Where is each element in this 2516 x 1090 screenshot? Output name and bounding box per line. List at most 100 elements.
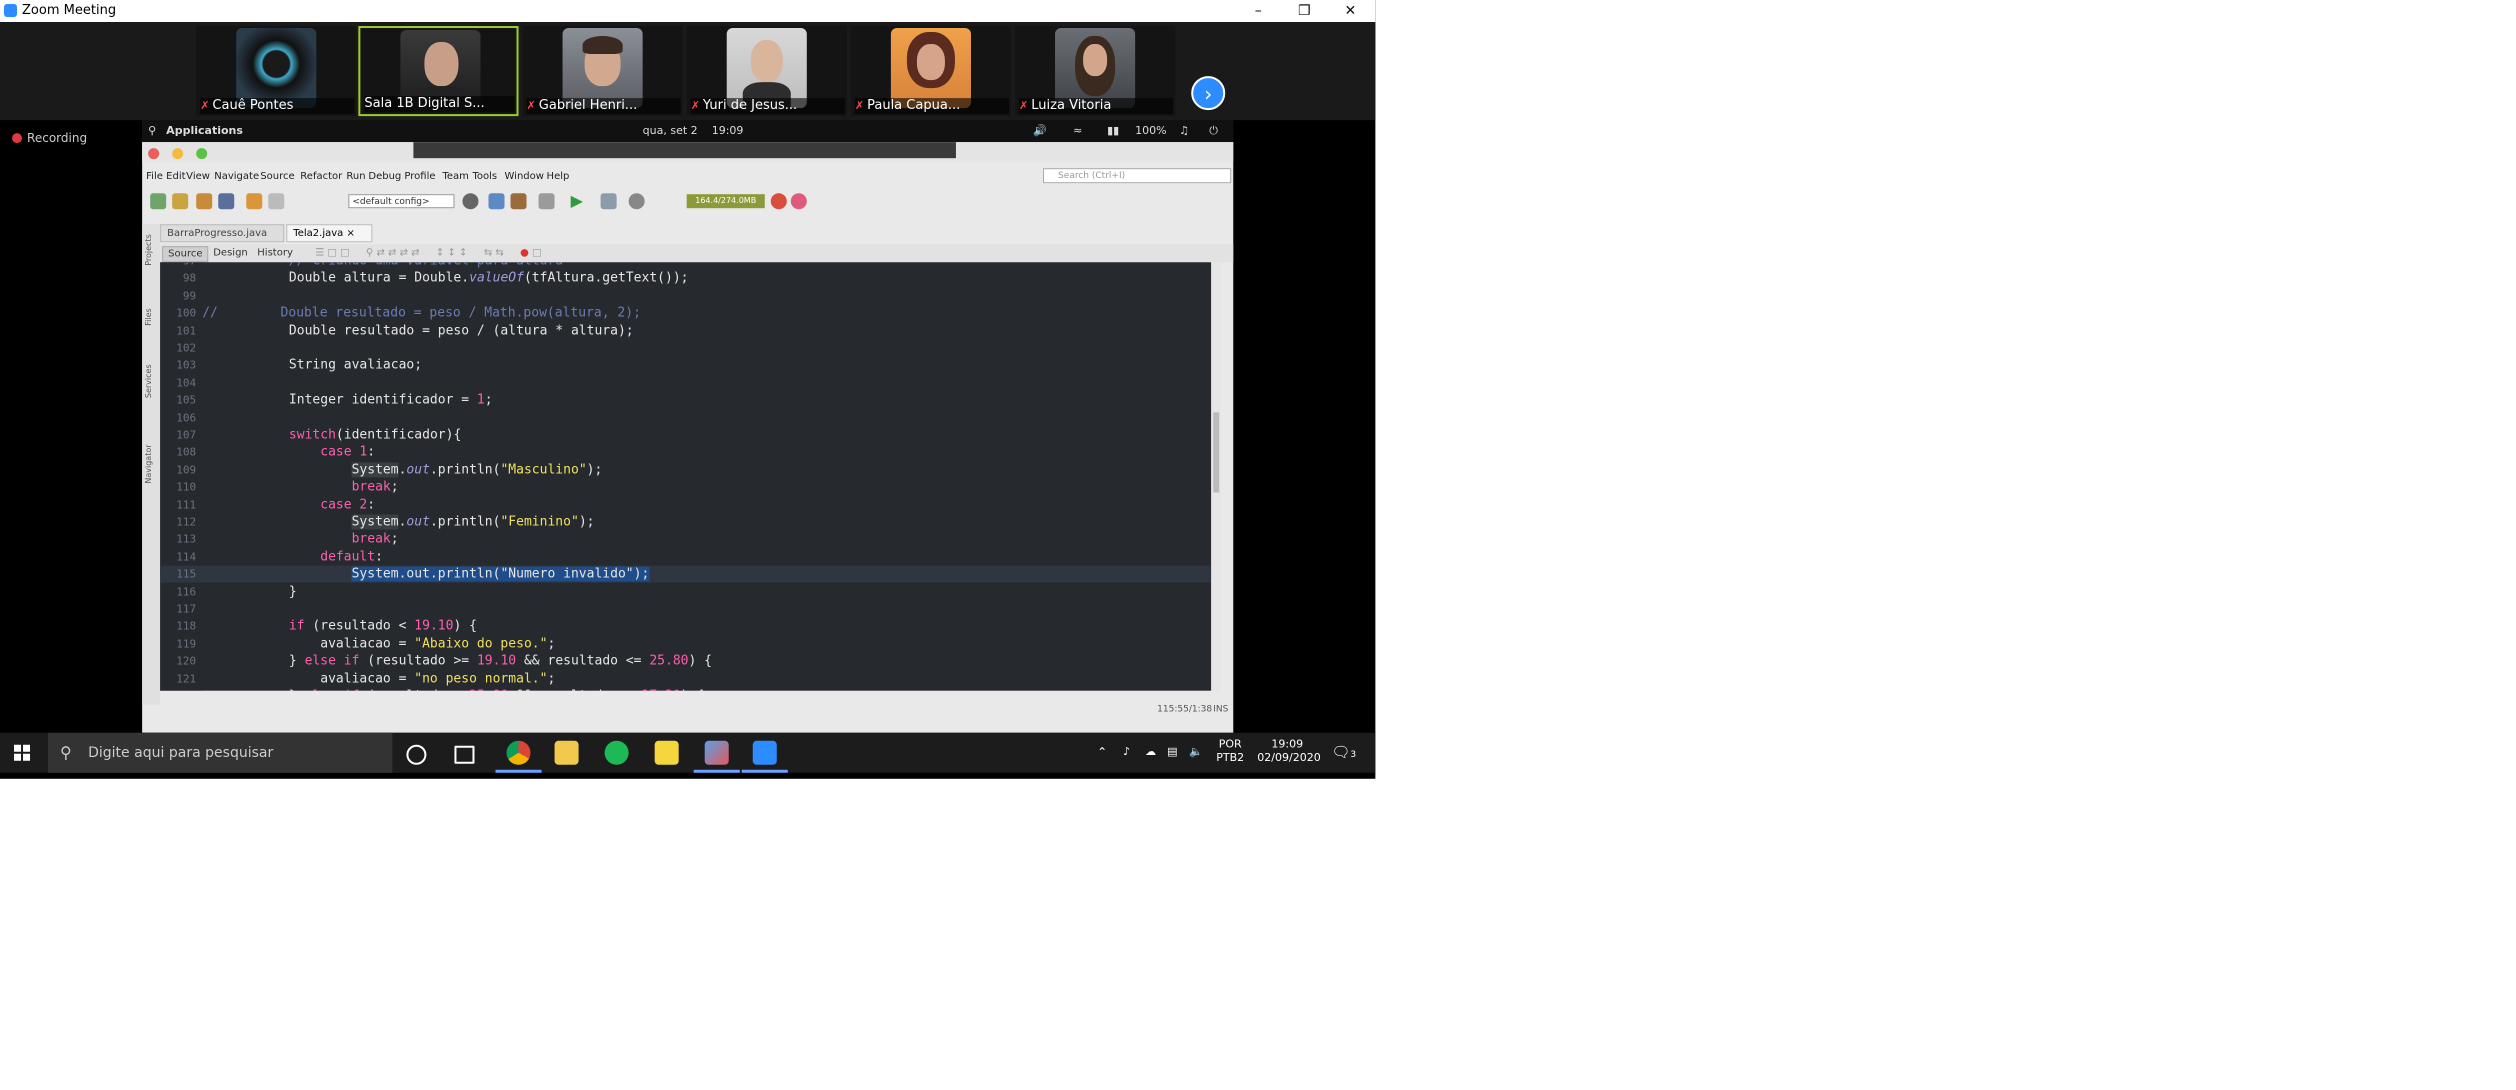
code-line[interactable]: 115 System.out.println("Numero invalido"…	[160, 565, 1212, 583]
menu-team[interactable]: Team	[442, 171, 468, 182]
restore-button[interactable]: ❐	[1281, 0, 1327, 22]
battery-icon[interactable]: ▮▮	[1107, 124, 1119, 137]
language-indicator[interactable]: POR PTB2	[1213, 738, 1247, 764]
sidebar-navigator[interactable]: Navigator	[144, 444, 153, 483]
notification-icon[interactable]: 🗨3	[1331, 743, 1356, 761]
code-line[interactable]: 113 break;	[160, 531, 1211, 548]
memory-meter[interactable]: 164.4/274.0MB	[686, 194, 765, 209]
debug-icon[interactable]	[600, 193, 617, 210]
open-project-icon[interactable]	[196, 193, 213, 210]
code-line[interactable]: 106	[160, 409, 1211, 426]
spotify-icon[interactable]	[604, 740, 629, 765]
menu-debug[interactable]: Debug	[368, 171, 401, 182]
speaker-icon[interactable]: 🔈	[1189, 745, 1203, 758]
menu-profile[interactable]: Profile	[404, 171, 435, 182]
config-select[interactable]: <default config>	[348, 194, 455, 209]
onedrive-icon[interactable]: ☁	[1145, 745, 1156, 758]
windows-start-icon[interactable]	[14, 744, 31, 761]
participant-tile[interactable]: ✗ Paula Capua...	[850, 26, 1012, 117]
tab-tela2[interactable]: Tela2.java ×	[286, 224, 373, 243]
code-line[interactable]: 110 break;	[160, 479, 1211, 496]
menu-window[interactable]: Window	[505, 171, 544, 182]
code-line[interactable]: 103 String avaliacao;	[160, 357, 1211, 374]
code-line[interactable]: 101 Double resultado = peso / (altura * …	[160, 322, 1211, 339]
code-line[interactable]: 121 avaliacao = "no peso normal.";	[160, 670, 1211, 687]
code-line[interactable]: 98 Double altura = Double.valueOf(tfAltu…	[160, 270, 1211, 287]
menu-edit[interactable]: Edit	[166, 171, 185, 182]
code-line[interactable]: 104	[160, 374, 1211, 391]
project-config-icon[interactable]	[538, 193, 555, 210]
tab-source[interactable]: Source	[162, 246, 209, 263]
minimize-dot-icon[interactable]	[172, 148, 184, 160]
code-line[interactable]: 117	[160, 601, 1211, 618]
code-line[interactable]: 97 // Criando uma variável para altura	[160, 262, 1211, 269]
participant-tile[interactable]: ✗ Cauê Pontes	[196, 26, 357, 117]
close-button[interactable]: ✕	[1327, 0, 1373, 22]
tab-design[interactable]: Design	[208, 246, 253, 260]
code-line[interactable]: 108 case 1:	[160, 444, 1211, 461]
cortana-icon[interactable]	[406, 744, 427, 765]
code-line[interactable]: 102	[160, 339, 1211, 356]
editor-scrollbar[interactable]	[1211, 262, 1222, 691]
bell-icon[interactable]: ♫	[1179, 124, 1189, 137]
code-line[interactable]: 112 System.out.println("Feminino");	[160, 514, 1211, 531]
toolbar-icons[interactable]: ☰ □ □ ⚲ ⇄ ⇄ ⇄ ⇄ ↕ ↕ ↕ ⇆ ⇆ ● □	[310, 246, 546, 260]
minimize-button[interactable]: –	[1235, 0, 1281, 22]
maximize-dot-icon[interactable]	[196, 148, 208, 160]
microphone-icon[interactable]: ♪	[1123, 745, 1130, 758]
code-editor[interactable]: 97 // Criando uma variável para altura98…	[160, 262, 1212, 691]
tab-history[interactable]: History	[252, 246, 298, 260]
code-line[interactable]: 111 case 2:	[160, 496, 1211, 513]
menu-navigate[interactable]: Navigate	[214, 171, 259, 182]
menu-tools[interactable]: Tools	[472, 171, 497, 182]
menu-view[interactable]: View	[186, 171, 210, 182]
undo-icon[interactable]	[246, 193, 263, 210]
code-line[interactable]: 114 default:	[160, 548, 1211, 565]
ide-search-input[interactable]: Search (Ctrl+I)	[1043, 168, 1232, 184]
code-line[interactable]: 99	[160, 287, 1211, 304]
redo-icon[interactable]	[268, 193, 285, 210]
sidebar-services[interactable]: Services	[144, 364, 153, 398]
sidebar-projects[interactable]: Projects	[144, 234, 153, 266]
run-icon[interactable]: ▶	[571, 193, 587, 209]
file-explorer-icon[interactable]	[554, 740, 579, 765]
network-icon[interactable]: ▤	[1167, 745, 1177, 758]
close-dot-icon[interactable]	[148, 148, 160, 160]
code-line[interactable]: 122 } else if (resultado > 25.80 && resu…	[160, 688, 1211, 691]
menu-refactor[interactable]: Refactor	[300, 171, 342, 182]
code-line[interactable]: 118 if (resultado < 19.10) {	[160, 618, 1211, 635]
volume-icon[interactable]: 🔊	[1033, 124, 1047, 137]
new-project-icon[interactable]	[172, 193, 189, 210]
next-page-arrow-icon[interactable]: ›	[1191, 76, 1226, 111]
menu-help[interactable]: Help	[547, 171, 570, 182]
gc-icon[interactable]	[770, 193, 787, 210]
code-line[interactable]: 107 switch(identificador){	[160, 426, 1211, 443]
code-line[interactable]: 116 }	[160, 583, 1211, 600]
sidebar-files[interactable]: Files	[144, 308, 153, 326]
code-line[interactable]: 120 } else if (resultado >= 19.10 && res…	[160, 653, 1211, 670]
code-line[interactable]: 105 Integer identificador = 1;	[160, 392, 1211, 409]
wifi-icon[interactable]: ≈	[1073, 124, 1082, 137]
tab-barra-progresso[interactable]: BarraProgresso.java ×	[160, 224, 285, 257]
participant-tile[interactable]: ✗ Gabriel Henri...	[522, 26, 683, 117]
globe-icon[interactable]	[462, 193, 479, 210]
zoom-app-icon[interactable]	[752, 740, 777, 765]
virtualbox-icon[interactable]	[704, 740, 729, 765]
menu-source[interactable]: Source	[260, 171, 294, 182]
participant-tile-active[interactable]: Sala 1B Digital S...	[358, 26, 519, 117]
taskbar-search[interactable]: ⚲ Digite aqui para pesquisar	[48, 732, 393, 773]
build-icon[interactable]	[488, 193, 505, 210]
task-view-icon[interactable]	[454, 745, 475, 764]
clean-build-icon[interactable]	[510, 193, 527, 210]
code-line[interactable]: 119 avaliacao = "Abaixo do peso.";	[160, 635, 1211, 652]
applications-menu[interactable]: Applications	[166, 124, 243, 137]
chrome-icon[interactable]	[506, 740, 531, 765]
menu-file[interactable]: File	[146, 171, 163, 182]
sticky-notes-icon[interactable]	[654, 740, 679, 765]
menu-run[interactable]: Run	[346, 171, 365, 182]
new-file-icon[interactable]	[150, 193, 167, 210]
power-icon[interactable]: ⏻	[1209, 124, 1218, 138]
participant-tile[interactable]: ✗ Luiza Vitoria	[1015, 26, 1176, 117]
participant-tile[interactable]: ✗ Yuri de Jesus...	[686, 26, 847, 117]
profile-icon[interactable]	[628, 193, 645, 210]
